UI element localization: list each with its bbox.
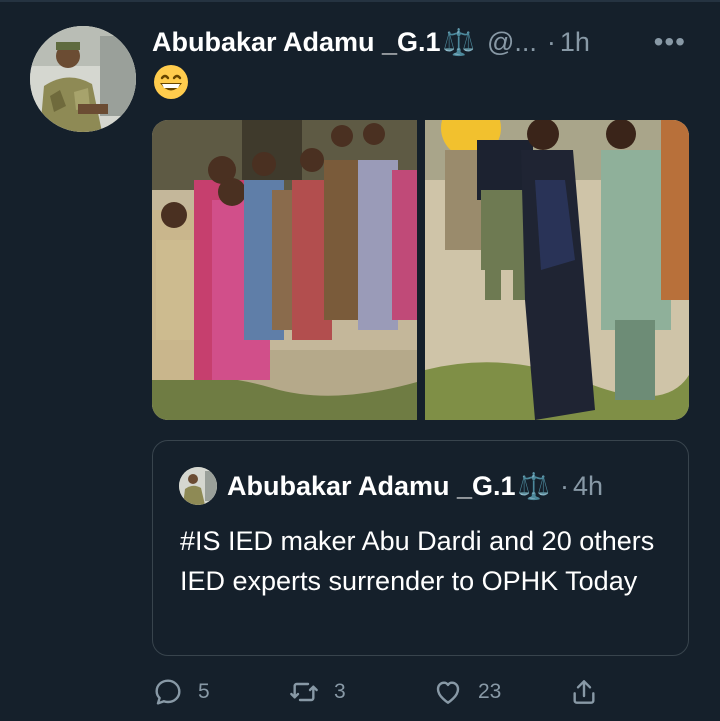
like-count: 23 — [478, 680, 502, 703]
more-options-icon[interactable]: ••• — [654, 26, 686, 58]
quoted-timestamp: 4h — [572, 470, 603, 501]
quoted-header: Abubakar Adamu _G.1 ⚖️ · 4h — [227, 467, 603, 505]
reply-icon — [155, 679, 181, 705]
retweet-icon — [290, 682, 318, 702]
quoted-tweet-text: #IS IED maker Abu Dardi and 20 others IE… — [180, 526, 655, 596]
grinning-emoji-icon — [153, 64, 189, 100]
scales-badge-icon: ⚖️ — [442, 26, 475, 57]
time-separator: · — [546, 26, 556, 57]
scales-badge-icon: ⚖️ — [517, 470, 550, 501]
retweet-button[interactable]: 3 — [288, 672, 346, 712]
tweet-action-bar: 5 3 23 — [152, 672, 692, 712]
media-photo-children[interactable] — [152, 120, 417, 420]
reply-count: 5 — [198, 680, 210, 703]
tweet-timestamp[interactable]: 1h — [560, 27, 590, 58]
retweet-count: 3 — [334, 680, 346, 703]
like-button[interactable]: 23 — [432, 672, 501, 712]
quoted-tweet[interactable]: Abubakar Adamu _G.1 ⚖️ · 4h #IS IED make… — [152, 440, 689, 656]
author-avatar[interactable] — [30, 26, 136, 132]
heart-icon — [436, 681, 460, 704]
tweet-media — [152, 120, 689, 420]
quoted-author-name: Abubakar Adamu _G.1 — [227, 470, 516, 501]
top-divider — [0, 0, 720, 2]
tweet-header: Abubakar Adamu _G.1 ⚖️ @... · 1h ••• — [152, 24, 692, 60]
share-button[interactable] — [568, 672, 614, 712]
author-handle[interactable]: @... — [487, 27, 537, 58]
author-name[interactable]: Abubakar Adamu _G.1 — [152, 27, 441, 58]
quoted-author-avatar — [179, 467, 217, 505]
media-photo-men[interactable] — [424, 120, 690, 420]
time-separator: · — [559, 470, 569, 501]
reply-button[interactable]: 5 — [152, 672, 210, 712]
share-icon — [573, 680, 595, 704]
